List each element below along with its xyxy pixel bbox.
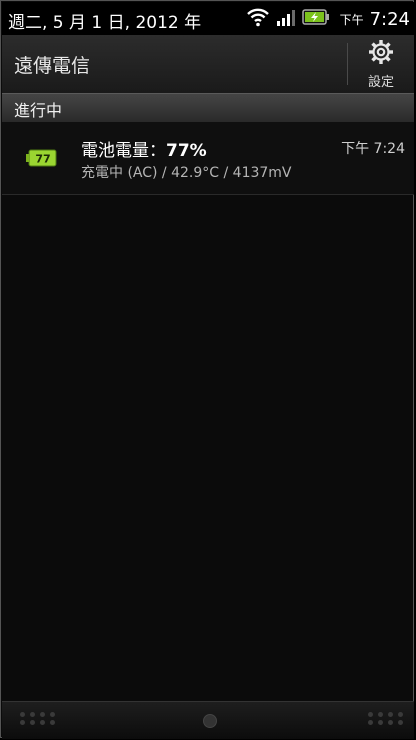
notification-title-value: 77% <box>166 141 207 161</box>
battery-level-icon: 77 <box>26 149 58 171</box>
status-clock: 7:24 <box>369 8 410 30</box>
status-ampm: 下午 <box>339 12 364 27</box>
status-icons: 下午 7:24 <box>246 6 410 32</box>
notification-title-label: 電池電量： <box>81 141 166 161</box>
settings-label: 設定 <box>367 74 394 90</box>
section-title: 進行中 <box>14 101 63 120</box>
ongoing-section-header: 進行中 <box>2 93 414 122</box>
notification-subtitle: 充電中 (AC) / 42.9°C / 4137mV <box>81 165 292 181</box>
carrier-header: 遠傳電信 設定 <box>2 35 414 94</box>
battery-notification[interactable]: 77 電池電量：77% 充電中 (AC) / 42.9°C / 4137mV 下… <box>2 122 414 195</box>
notification-time: 下午 7:24 <box>341 141 405 157</box>
left-grip-dots <box>20 712 56 725</box>
signal-icon <box>276 8 296 30</box>
right-grip-dots <box>368 712 404 725</box>
settings-button[interactable]: 設定 <box>348 35 414 93</box>
carrier-name: 遠傳電信 <box>14 55 91 77</box>
notification-title: 電池電量：77% <box>81 136 207 161</box>
gear-icon <box>368 39 394 69</box>
shade-drag-handle[interactable] <box>203 714 217 728</box>
wifi-icon <box>246 7 270 31</box>
status-date: 週二, 5 月 1 日, 2012 年 <box>8 13 202 33</box>
battery-level-text: 77 <box>35 153 50 166</box>
status-bar: 週二, 5 月 1 日, 2012 年 下午 7:24 <box>2 2 414 35</box>
notification-shade: 週二, 5 月 1 日, 2012 年 下午 7:24 遠傳電信 設定 進行中 … <box>0 0 414 739</box>
battery-charging-icon <box>301 8 330 30</box>
shade-bottom-bar[interactable] <box>2 701 414 739</box>
